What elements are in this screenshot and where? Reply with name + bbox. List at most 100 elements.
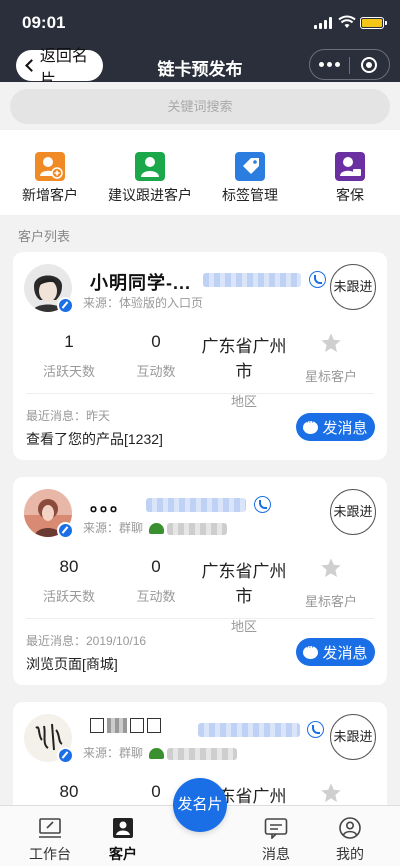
send-label: 发消息 <box>322 644 368 662</box>
send-card-button[interactable]: 发名片 <box>173 778 227 832</box>
miniprogram-capsule <box>309 49 390 80</box>
battery-icon <box>360 17 387 29</box>
stat-active-days: 80 <box>19 782 119 802</box>
tag-icon <box>235 152 265 181</box>
divider <box>26 618 374 619</box>
masked-phone <box>146 498 246 512</box>
customer-protect-icon <box>335 152 365 181</box>
stat-label: 活跃天数 <box>42 589 95 604</box>
tab-workbench[interactable]: 工作台 <box>10 817 90 864</box>
follow-status-button[interactable]: 未跟进 <box>330 264 376 310</box>
masked-phone <box>203 273 301 287</box>
menu-item-tag-manage[interactable]: 标签管理 <box>200 152 300 205</box>
stat-active-days: 80 活跃天数 <box>19 557 119 605</box>
stat-value: 1 <box>64 332 74 351</box>
star-icon[interactable] <box>320 332 342 354</box>
customer-source: 来源：群聊 <box>83 744 238 761</box>
tab-label: 消息 <box>262 846 290 862</box>
stat-value: 0 <box>151 332 161 351</box>
follow-status-button[interactable]: 未跟进 <box>330 489 376 535</box>
search-input[interactable]: 关键词搜索 <box>10 89 390 124</box>
workbench-icon <box>39 818 61 838</box>
masked-group-name <box>167 747 238 760</box>
stat-value: 0 <box>151 557 161 576</box>
customer-source: 来源：群聊 <box>83 519 228 536</box>
group-avatar-icon <box>149 523 165 535</box>
tab-label: 我的 <box>336 846 364 862</box>
nav-bar: 09:01 返回名片 链卡预发布 <box>0 0 400 92</box>
wifi-icon <box>338 15 356 28</box>
edit-badge-icon <box>57 522 74 539</box>
phone-icon[interactable] <box>309 271 326 288</box>
source-text: 来源：群聊 <box>83 521 144 535</box>
stat-region: 广东省广州市 地区 <box>194 332 294 410</box>
menu-item-suggest-follow[interactable]: 建议跟进客户 <box>100 152 200 205</box>
stat-value: 80 <box>59 557 79 576</box>
last-message-label: 最近消息：2019/10/16 <box>26 634 147 648</box>
status-time: 09:01 <box>22 13 66 32</box>
menu-label: 客保 <box>336 187 364 203</box>
more-dots-icon[interactable] <box>310 50 349 79</box>
last-message: 浏览页面[商城] <box>26 656 118 672</box>
send-label: 发消息 <box>322 419 368 437</box>
follow-status-button[interactable]: 未跟进 <box>330 714 376 760</box>
suggest-follow-icon <box>135 152 165 181</box>
last-message: 查看了您的产品[1232] <box>26 431 163 447</box>
signal-icon <box>314 17 334 29</box>
message-icon <box>264 818 288 840</box>
customer-card[interactable]: 。。。 来源：群聊 未跟进 80 活跃天数 0 互动数 广东省广州市 地区 星标… <box>13 477 387 685</box>
add-customer-icon <box>35 152 65 181</box>
customer-name: 。。。 <box>90 495 129 515</box>
status-bar: 09:01 <box>0 0 400 44</box>
phone-icon[interactable] <box>307 721 324 738</box>
masked-group-name <box>167 522 228 535</box>
stat-label: 互动数 <box>136 589 176 604</box>
divider <box>26 393 374 394</box>
menu-label: 新增客户 <box>22 187 78 203</box>
stat-value: 广东省广州市 <box>201 562 287 606</box>
stat-region: 广东省广州市 地区 <box>194 557 294 635</box>
tab-profile[interactable]: 我的 <box>310 817 390 864</box>
stat-interactions: 0 互动数 <box>106 557 206 605</box>
customer-card[interactable]: 小明同学-... 来源：体验版的入口页 未跟进 1 活跃天数 0 互动数 广东省… <box>13 252 387 460</box>
stat-label: 活跃天数 <box>42 364 95 379</box>
tab-label: 工作台 <box>29 846 71 862</box>
customer-name: 小明同学-... <box>90 273 191 293</box>
last-message-label: 最近消息：昨天 <box>26 409 111 423</box>
chat-bubble-icon <box>303 641 319 659</box>
menu-label: 标签管理 <box>222 187 278 203</box>
send-message-button[interactable]: 发消息 <box>296 638 375 666</box>
star-icon[interactable] <box>320 782 342 804</box>
customer-name-masked <box>90 718 161 733</box>
stat-star[interactable]: 星标客户 <box>281 557 381 610</box>
source-text: 来源：群聊 <box>83 746 144 760</box>
group-avatar-icon <box>149 748 165 760</box>
search-bar: 关键词搜索 <box>0 82 400 130</box>
stat-value: 80 <box>59 782 79 801</box>
tab-message[interactable]: 消息 <box>236 817 316 864</box>
stat-active-days: 1 活跃天数 <box>19 332 119 380</box>
phone-icon[interactable] <box>254 496 271 513</box>
menu-item-add-customer[interactable]: 新增客户 <box>0 152 100 205</box>
send-message-button[interactable]: 发消息 <box>296 413 375 441</box>
customer-icon <box>113 818 133 838</box>
customer-source: 来源：体验版的入口页 <box>83 296 204 310</box>
stat-interactions: 0 互动数 <box>106 332 206 380</box>
menu-label: 建议跟进客户 <box>108 187 192 203</box>
stat-label: 互动数 <box>136 364 176 379</box>
star-icon[interactable] <box>320 557 342 579</box>
close-miniprogram-icon[interactable] <box>350 50 389 79</box>
stat-star[interactable]: 星标客户 <box>281 332 381 385</box>
section-title: 客户列表 <box>18 229 71 244</box>
profile-icon <box>339 817 361 839</box>
edit-badge-icon <box>57 297 74 314</box>
tab-label: 客户 <box>109 846 137 862</box>
stat-value: 广东省广州市 <box>201 337 287 381</box>
stat-label: 星标客户 <box>304 594 357 609</box>
menu-item-customer-protect[interactable]: 客保 <box>300 152 400 205</box>
tab-customer[interactable]: 客户 <box>83 817 163 864</box>
edit-badge-icon <box>57 747 74 764</box>
stat-label: 星标客户 <box>304 369 357 384</box>
quick-menu: 新增客户 建议跟进客户 标签管理 客保 <box>0 130 400 215</box>
masked-phone <box>198 723 300 737</box>
